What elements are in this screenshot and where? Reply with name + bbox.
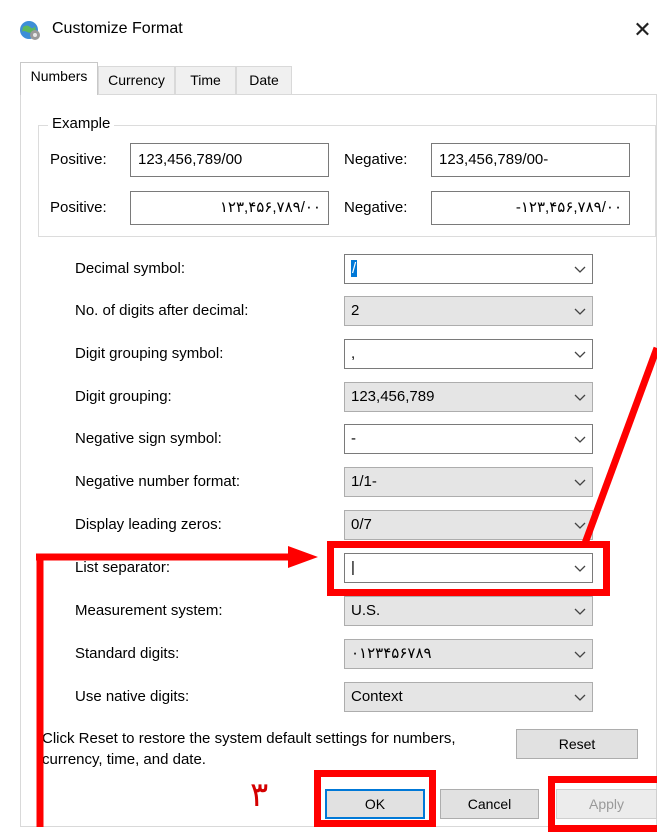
- arrow-head-icon: [288, 546, 318, 568]
- annotation-arrows: [36, 346, 657, 827]
- apply-highlight-box: [548, 776, 657, 832]
- ok-highlight-box: [314, 770, 436, 827]
- tab-numbers[interactable]: Numbers: [20, 62, 98, 95]
- step-number: ۳: [250, 775, 269, 815]
- diagonal-annotation-line: [580, 346, 657, 548]
- tab-label: Numbers: [30, 68, 88, 84]
